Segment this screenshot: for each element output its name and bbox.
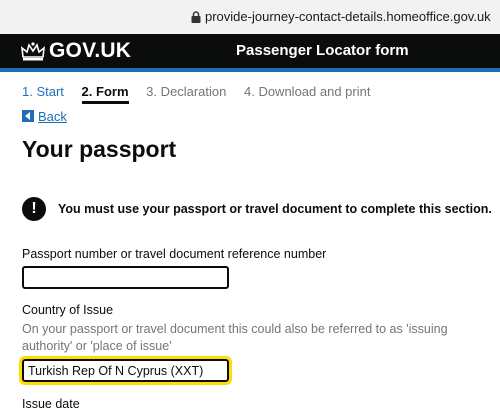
step-download-print: 4. Download and print — [243, 84, 371, 99]
back-arrow-icon — [22, 110, 34, 122]
back-link-label: Back — [38, 109, 67, 124]
warning-message: You must use your passport or travel doc… — [58, 202, 492, 216]
passport-number-input[interactable] — [22, 266, 229, 289]
lock-icon — [191, 11, 201, 23]
passport-number-label: Passport number or travel document refer… — [22, 247, 327, 261]
step-declaration: 3. Declaration — [146, 84, 227, 99]
back-link[interactable]: Back — [22, 109, 67, 124]
warning-text: ! You must use your passport or travel d… — [22, 197, 492, 223]
country-of-issue-hint: On your passport or travel document this… — [22, 322, 448, 353]
govuk-logo-text[interactable]: GOV.UK — [49, 39, 131, 63]
browser-address-bar[interactable]: provide-journey-contact-details.homeoffi… — [0, 0, 500, 34]
url-text[interactable]: provide-journey-contact-details.homeoffi… — [205, 9, 491, 24]
govuk-header: GOV.UK Passenger Locator form — [0, 34, 500, 68]
country-of-issue-input[interactable] — [19, 356, 232, 385]
progress-steps: 1. Start 2. Form 3. Declaration 4. Downl… — [22, 84, 384, 104]
country-of-issue-label: Country of Issue — [22, 303, 114, 317]
crown-icon — [20, 42, 46, 61]
warning-icon: ! — [22, 197, 46, 221]
service-name[interactable]: Passenger Locator form — [236, 42, 409, 59]
page-title: Your passport — [22, 136, 177, 162]
step-form: 2. Form — [81, 84, 129, 104]
header-blue-strip — [0, 68, 500, 72]
issue-date-label: Issue date — [22, 397, 80, 411]
step-start[interactable]: 1. Start — [22, 84, 64, 99]
